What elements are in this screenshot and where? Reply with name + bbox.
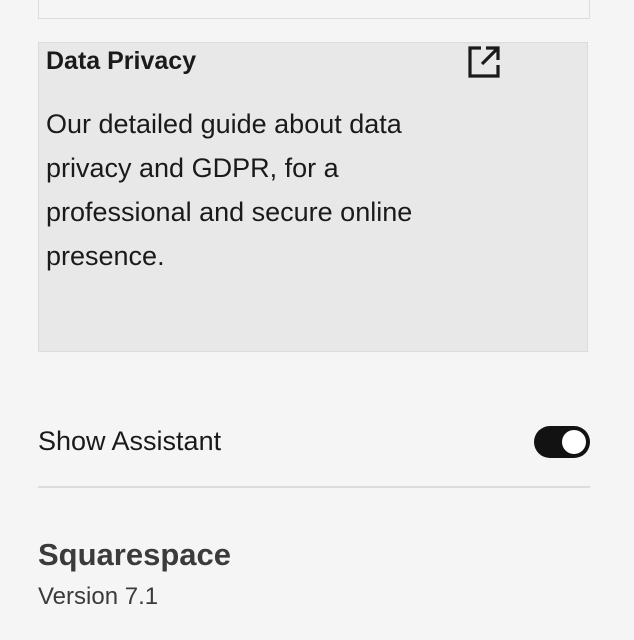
toggle-knob <box>562 430 586 454</box>
show-assistant-row: Show Assistant <box>38 412 590 488</box>
data-privacy-title: Data Privacy <box>46 47 197 75</box>
data-privacy-description: Our detailed guide about data privacy an… <box>46 109 413 271</box>
version-text: Version 7.1 <box>38 583 159 610</box>
open-external-link-button[interactable] <box>466 44 502 80</box>
brand-name: Squarespace <box>38 537 231 572</box>
external-link-icon <box>468 46 500 78</box>
show-assistant-label: Show Assistant <box>38 426 222 456</box>
previous-card <box>38 0 590 19</box>
show-assistant-toggle[interactable] <box>534 426 590 458</box>
